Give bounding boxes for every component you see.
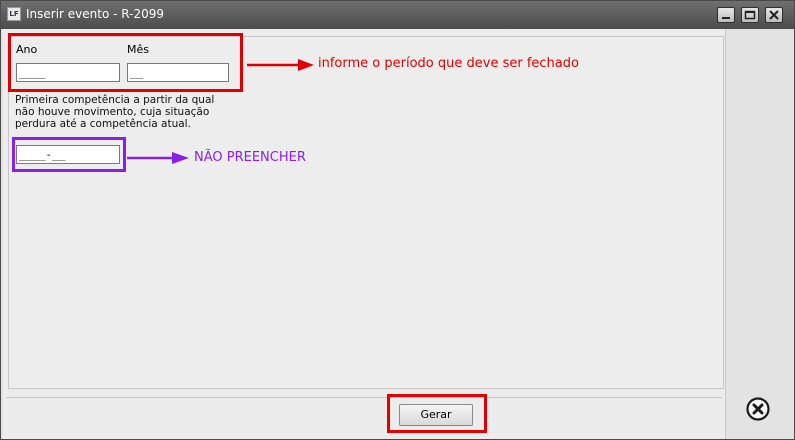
period-annotation: informe o período que deve ser fechado bbox=[318, 56, 579, 71]
minimize-button[interactable] bbox=[717, 7, 735, 23]
do-not-fill-highlight-box bbox=[12, 137, 126, 172]
window-title: Inserir evento - R-2099 bbox=[26, 7, 164, 21]
description-line: perdura até a competência atual. bbox=[15, 118, 191, 130]
close-icon bbox=[769, 10, 779, 20]
generate-highlight-box bbox=[387, 394, 487, 433]
minimize-icon bbox=[722, 17, 730, 19]
period-highlight-box bbox=[8, 33, 243, 92]
side-panel bbox=[725, 29, 794, 439]
maximize-button[interactable] bbox=[741, 7, 759, 23]
do-not-fill-annotation: NÃO PREENCHER bbox=[194, 150, 306, 165]
competencia-description: Primeira competência a partir da qual nã… bbox=[15, 94, 214, 130]
red-arrow-icon bbox=[247, 59, 314, 71]
close-button[interactable] bbox=[765, 7, 783, 23]
bottom-divider bbox=[6, 397, 722, 398]
title-bar[interactable]: LF Inserir evento - R-2099 bbox=[1, 1, 794, 29]
app-icon: LF bbox=[7, 7, 21, 21]
description-line: Primeira competência a partir da qual bbox=[15, 94, 215, 106]
maximize-icon bbox=[744, 10, 756, 20]
circle-x-icon[interactable] bbox=[746, 397, 770, 421]
dialog-window: LF Inserir evento - R-2099 Ano ____ Mês … bbox=[0, 0, 795, 440]
description-line: não houve movimento, cuja situação bbox=[15, 106, 210, 118]
purple-arrow-icon bbox=[127, 152, 189, 164]
